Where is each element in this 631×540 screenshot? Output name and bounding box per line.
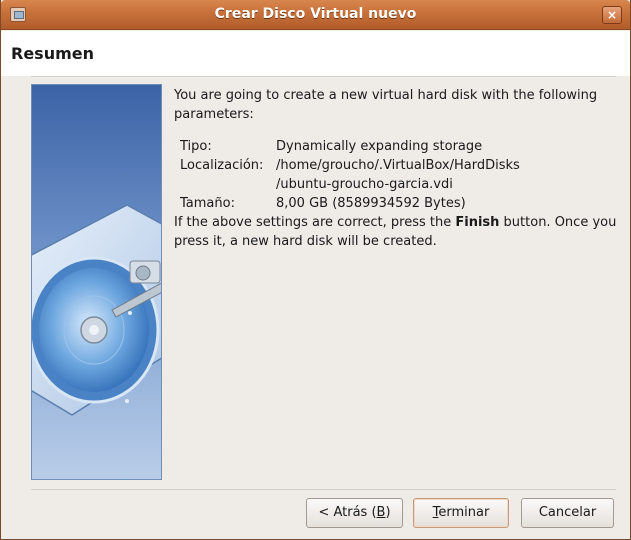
param-value: 8,00 GB (8589934592 Bytes) <box>276 196 466 211</box>
finish-text-before: If the above settings are correct, press… <box>174 215 456 230</box>
back-button[interactable]: < Atrás (B) <box>306 498 403 528</box>
intro-text: You are going to create a new virtual ha… <box>174 88 598 122</box>
finish-button[interactable]: Terminar <box>413 498 509 528</box>
param-row-type: Tipo: Dynamically expanding storage <box>174 137 619 156</box>
param-value: Dynamically expanding storage <box>276 139 483 154</box>
param-label: Tamaño: <box>180 196 235 211</box>
hard-disk-icon <box>32 204 161 416</box>
param-label: Localización: <box>180 158 264 173</box>
param-row-location: Localización: /home/groucho/.VirtualBox/… <box>174 156 619 194</box>
param-label: Tipo: <box>180 139 212 154</box>
finish-instructions: If the above settings are correct, press… <box>174 213 619 251</box>
finish-keyword: Finish <box>455 215 500 230</box>
button-area-divider <box>31 489 616 490</box>
hard-disk-illustration <box>31 84 162 480</box>
summary-content: You are going to create a new virtual ha… <box>174 86 619 251</box>
cancel-button[interactable]: Cancelar <box>521 498 614 528</box>
location-line-1: /home/groucho/.VirtualBox/HardDisks <box>276 158 520 173</box>
page-title: Resumen <box>11 44 94 63</box>
close-button[interactable]: × <box>602 6 622 24</box>
back-label-post: ) <box>385 505 391 520</box>
heading-divider <box>31 76 616 77</box>
window-title: Crear Disco Virtual nuevo <box>214 6 417 22</box>
back-label-pre: < Atrás ( <box>318 505 377 520</box>
param-value: /home/groucho/.VirtualBox/HardDisks/ubun… <box>276 156 606 194</box>
param-row-size: Tamaño: 8,00 GB (8589934592 Bytes) <box>174 194 619 213</box>
title-bar[interactable]: Crear Disco Virtual nuevo × <box>1 0 630 30</box>
page-header: Resumen <box>1 31 630 76</box>
location-line-2: /ubuntu-groucho-garcia.vdi <box>276 177 453 192</box>
parameter-list: Tipo: Dynamically expanding storage Loca… <box>174 137 619 213</box>
wizard-window: Crear Disco Virtual nuevo × Resumen You … <box>0 0 631 540</box>
finish-label-post: erminar <box>438 505 490 520</box>
